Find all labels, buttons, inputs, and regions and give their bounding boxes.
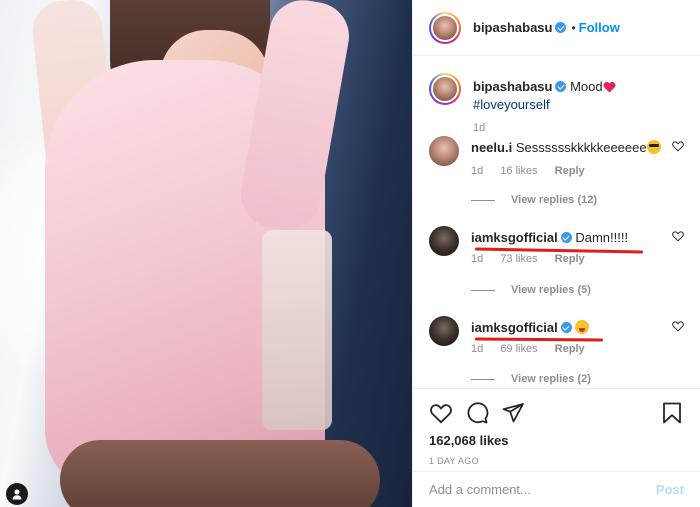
post-timestamp[interactable]: 1 DAY AGO (429, 456, 684, 466)
view-replies-button[interactable]: View replies (5) (471, 284, 591, 296)
view-replies-label: View replies (2) (511, 373, 591, 385)
view-replies-line (471, 378, 495, 380)
comment-time: 1d (471, 343, 484, 355)
photo-leg (60, 440, 380, 507)
comment-likes[interactable]: 73 likes (500, 253, 537, 265)
comments-list[interactable]: bipashabasu Mood #loveyourself 1d neelu.… (413, 57, 700, 387)
comment-username[interactable]: neelu.i (471, 140, 512, 155)
verified-badge-icon (555, 22, 567, 33)
like-comment-heart-icon[interactable] (672, 140, 684, 152)
like-comment-heart-icon[interactable] (672, 320, 684, 332)
instagram-post: bipashabasu • Follow bipashabasu Mood #l… (0, 0, 700, 507)
post-photo[interactable] (0, 0, 412, 507)
user-icon (12, 489, 22, 500)
caption-hashtag[interactable]: #loveyourself (473, 97, 550, 112)
comment-item: iamksgofficial Damn!!!!! 1d 73 likes Rep… (429, 226, 686, 265)
comment-username[interactable]: iamksgofficial (471, 230, 558, 245)
post-side-panel: bipashabasu • Follow bipashabasu Mood #l… (412, 0, 700, 507)
comment-time: 1d (471, 253, 484, 265)
like-heart-icon[interactable] (429, 401, 453, 425)
comment-item: iamksgofficial 1d 69 likes Reply (429, 316, 686, 355)
comment-avatar[interactable] (429, 226, 459, 256)
reply-button[interactable]: Reply (555, 165, 585, 177)
verified-badge-icon (560, 232, 572, 243)
reply-button[interactable]: Reply (555, 253, 585, 265)
verified-badge-icon (560, 322, 572, 333)
view-replies-line (471, 199, 495, 201)
caption-time: 1d (473, 122, 486, 134)
photo-fabric (262, 230, 332, 430)
tagged-users-button[interactable] (6, 483, 28, 505)
caption: bipashabasu Mood #loveyourself 1d (429, 73, 686, 134)
red-heart-icon (602, 81, 616, 93)
view-replies-label: View replies (12) (511, 194, 598, 206)
add-comment-bar: Post (413, 471, 700, 507)
caption-username[interactable]: bipashabasu (473, 79, 552, 94)
reply-button[interactable]: Reply (555, 343, 585, 355)
sunglasses-emoji-icon (646, 140, 661, 154)
comment-time: 1d (471, 165, 484, 177)
comment-text: Damn!!!!! (575, 230, 629, 245)
post-header: bipashabasu • Follow (413, 0, 700, 56)
share-paper-plane-icon[interactable] (501, 401, 525, 425)
comment-likes[interactable]: 69 likes (500, 343, 537, 355)
view-replies-line (471, 289, 495, 291)
author-avatar[interactable] (429, 11, 461, 44)
view-replies-label: View replies (5) (511, 284, 591, 296)
like-comment-heart-icon[interactable] (672, 230, 684, 242)
comment-text: Sesssssskkkkkeeeeee (515, 140, 647, 155)
caption-text: bipashabasu Mood #loveyourself (473, 78, 686, 114)
comment-input[interactable] (429, 482, 656, 497)
caption-body: Mood (570, 79, 603, 94)
view-replies-button[interactable]: View replies (2) (471, 373, 591, 385)
tongue-emoji-icon (575, 320, 590, 334)
author-username[interactable]: bipashabasu (473, 20, 552, 35)
verified-badge-icon (555, 81, 567, 92)
save-bookmark-icon[interactable] (660, 401, 684, 425)
comment-avatar[interactable] (429, 136, 459, 166)
comment-bubble-icon[interactable] (465, 401, 489, 425)
comment-item: neelu.i Sesssssskkkkkeeeeee 1d 16 likes … (429, 136, 686, 177)
post-comment-button[interactable]: Post (656, 482, 684, 497)
comment-username[interactable]: iamksgofficial (471, 320, 558, 335)
likes-count[interactable]: 162,068 likes (429, 433, 684, 448)
comment-avatar[interactable] (429, 316, 459, 346)
caption-avatar[interactable] (429, 73, 461, 105)
view-replies-button[interactable]: View replies (12) (471, 194, 597, 206)
comment-likes[interactable]: 16 likes (500, 165, 537, 177)
follow-button[interactable]: Follow (579, 20, 620, 35)
separator-dot: • (571, 20, 576, 35)
post-actions: 162,068 likes 1 DAY AGO (413, 388, 700, 466)
